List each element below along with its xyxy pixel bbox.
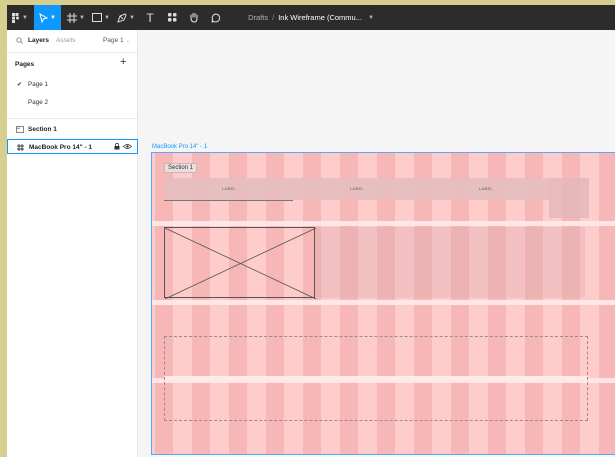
nav-label: LABEL <box>479 186 493 191</box>
shape-tool-button[interactable]: ▼ <box>90 5 112 30</box>
tab-assets[interactable]: Assets <box>56 37 76 44</box>
chevron-down-icon: ▼ <box>50 14 56 21</box>
canvas[interactable]: MacBook Pro 14" - 1 Section 1 LABEL LABE… <box>138 30 615 457</box>
move-tool-button[interactable]: ▼ <box>34 5 61 30</box>
main-menu-button[interactable]: ▼ <box>7 5 33 30</box>
page-selector[interactable]: Page 1 ⌄ <box>103 37 130 44</box>
add-page-button[interactable]: + <box>120 57 126 68</box>
page-selector-label: Page 1 <box>103 37 124 44</box>
search-icon[interactable] <box>16 37 23 44</box>
comment-tool-button[interactable] <box>207 5 225 30</box>
layer-section-1[interactable]: Section 1 <box>7 122 138 137</box>
resources-button[interactable] <box>163 5 181 30</box>
grid-row <box>152 221 615 226</box>
chevron-down-icon: ▼ <box>104 14 110 21</box>
divider <box>7 118 138 119</box>
layers-panel: Layers Assets Page 1 ⌄ Pages + ✔ Page 1 P… <box>7 30 138 457</box>
text-tool-icon: T <box>146 10 154 25</box>
layer-label: Section 1 <box>28 126 57 133</box>
chevron-down-icon[interactable]: ▼ <box>368 15 374 21</box>
page-item-page-2[interactable]: Page 2 <box>7 96 138 110</box>
frame-tool-icon <box>67 12 78 23</box>
layer-macbook-pro-14-1[interactable]: MacBook Pro 14" - 1 <box>7 139 138 154</box>
pen-tool-icon <box>117 12 127 23</box>
project-link[interactable]: Drafts <box>248 13 268 22</box>
path-separator: / <box>272 13 275 22</box>
frame-label[interactable]: MacBook Pro 14" - 1 <box>152 144 207 150</box>
nav-label: LABEL <box>222 186 236 191</box>
image-placeholder[interactable] <box>164 227 316 299</box>
tab-layers[interactable]: Layers <box>28 37 49 44</box>
image-placeholder-cross-icon <box>165 228 316 299</box>
page-item-label: Page 1 <box>28 81 48 88</box>
shape-tool-icon <box>92 13 103 22</box>
nav-right-block <box>549 178 589 218</box>
section-icon <box>16 126 24 133</box>
eye-icon[interactable] <box>123 143 132 150</box>
divider <box>7 52 138 53</box>
resources-icon <box>167 13 176 22</box>
chevron-down-icon: ⌄ <box>125 38 130 44</box>
lock-icon[interactable] <box>114 143 120 150</box>
comment-icon <box>211 12 221 23</box>
text-tool-button[interactable]: T <box>141 5 159 30</box>
pen-tool-button[interactable]: ▼ <box>115 5 137 30</box>
figma-app: ▼ ▼ ▼ ▼ ▼ T Drafts / Ink Wireframe (Comm… <box>7 5 615 457</box>
layer-label: MacBook Pro 14" - 1 <box>29 144 93 151</box>
figma-menu-icon <box>12 12 20 23</box>
toolbar: ▼ ▼ ▼ ▼ ▼ T Drafts / Ink Wireframe (Comm… <box>7 5 615 30</box>
pages-header: Pages <box>15 61 35 68</box>
content-block <box>315 227 585 298</box>
file-name[interactable]: Ink Wireframe (Commu... <box>278 13 362 22</box>
hand-tool-icon <box>190 12 198 23</box>
nav-underline <box>164 200 293 201</box>
macbook-frame[interactable]: Section 1 LABEL LABEL LABEL <box>151 152 615 455</box>
dashed-container[interactable] <box>164 336 588 421</box>
hand-tool-button[interactable] <box>185 5 203 30</box>
chevron-down-icon: ▼ <box>79 14 85 21</box>
frame-grid-icon <box>17 144 24 151</box>
page-item-label: Page 2 <box>28 99 48 106</box>
panel-tabs: Layers Assets Page 1 ⌄ <box>7 30 138 52</box>
page-item-page-1[interactable]: ✔ Page 1 <box>7 78 138 92</box>
chevron-down-icon: ▼ <box>129 14 135 21</box>
checkmark-icon: ✔ <box>17 82 23 88</box>
section-label[interactable]: Section 1 <box>164 163 198 173</box>
chevron-down-icon: ▼ <box>22 14 28 21</box>
nav-label: LABEL <box>350 186 364 191</box>
move-tool-icon <box>39 12 49 23</box>
grid-row <box>152 300 615 305</box>
frame-tool-button[interactable]: ▼ <box>65 5 87 30</box>
